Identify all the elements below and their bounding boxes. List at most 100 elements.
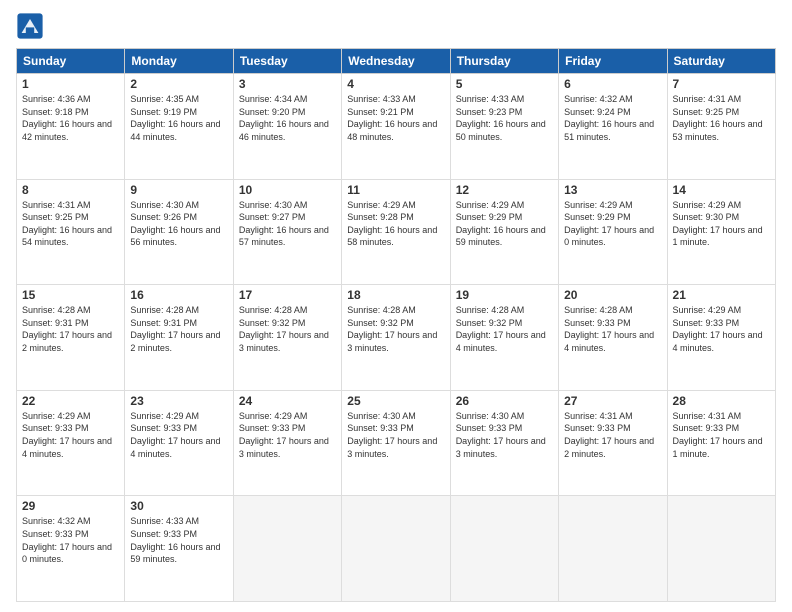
day-number: 10 — [239, 183, 336, 197]
day-detail: Sunrise: 4:29 AMSunset: 9:33 PMDaylight:… — [239, 410, 336, 460]
day-number: 18 — [347, 288, 444, 302]
calendar-day: 23Sunrise: 4:29 AMSunset: 9:33 PMDayligh… — [125, 390, 233, 496]
calendar-day: 26 Sunrise: 4:30 AMSunset: 9:33 PMDayligh… — [450, 390, 558, 496]
day-number: 11 — [347, 183, 444, 197]
day-number: 22 — [22, 394, 119, 408]
day-number: 23 — [130, 394, 227, 408]
day-number: 20 — [564, 288, 661, 302]
calendar-day: 28 Sunrise: 4:31 AMSunset: 9:33 PMDayligh… — [667, 390, 775, 496]
day-detail: Sunrise: 4:32 AMSunset: 9:33 PMDaylight:… — [22, 515, 119, 565]
calendar-week-2: 8 Sunrise: 4:31 AMSunset: 9:25 PMDaylight… — [17, 179, 776, 285]
day-detail: Sunrise: 4:33 AMSunset: 9:21 PMDaylight:… — [347, 93, 444, 143]
calendar-day: 5 Sunrise: 4:33 AMSunset: 9:23 PMDaylight… — [450, 74, 558, 180]
day-number: 26 — [456, 394, 553, 408]
calendar-day: 11 Sunrise: 4:29 AMSunset: 9:28 PMDayligh… — [342, 179, 450, 285]
day-detail: Sunrise: 4:30 AMSunset: 9:33 PMDaylight:… — [456, 410, 553, 460]
day-detail: Sunrise: 4:33 AMSunset: 9:33 PMDaylight:… — [130, 515, 227, 565]
calendar-day: 9 Sunrise: 4:30 AMSunset: 9:26 PMDaylight… — [125, 179, 233, 285]
calendar-day: 13 Sunrise: 4:29 AMSunset: 9:29 PMDayligh… — [559, 179, 667, 285]
day-detail: Sunrise: 4:36 AMSunset: 9:18 PMDaylight:… — [22, 93, 119, 143]
day-detail: Sunrise: 4:29 AMSunset: 9:33 PMDaylight:… — [673, 304, 770, 354]
calendar-day: 12 Sunrise: 4:29 AMSunset: 9:29 PMDayligh… — [450, 179, 558, 285]
day-detail: Sunrise: 4:28 AMSunset: 9:32 PMDaylight:… — [456, 304, 553, 354]
calendar-day: 16 Sunrise: 4:28 AMSunset: 9:31 PMDayligh… — [125, 285, 233, 391]
day-detail: Sunrise: 4:31 AMSunset: 9:25 PMDaylight:… — [22, 199, 119, 249]
day-number: 8 — [22, 183, 119, 197]
day-number: 24 — [239, 394, 336, 408]
col-tuesday: Tuesday — [233, 49, 341, 74]
calendar-day: 1 Sunrise: 4:36 AMSunset: 9:18 PMDaylight… — [17, 74, 125, 180]
day-number: 21 — [673, 288, 770, 302]
day-number: 25 — [347, 394, 444, 408]
calendar-day: 4 Sunrise: 4:33 AMSunset: 9:21 PMDaylight… — [342, 74, 450, 180]
calendar-day — [559, 496, 667, 602]
day-number: 7 — [673, 77, 770, 91]
day-detail: Sunrise: 4:34 AMSunset: 9:20 PMDaylight:… — [239, 93, 336, 143]
day-detail: Sunrise: 4:29 AMSunset: 9:29 PMDaylight:… — [564, 199, 661, 249]
day-number: 14 — [673, 183, 770, 197]
day-detail: Sunrise: 4:30 AMSunset: 9:27 PMDaylight:… — [239, 199, 336, 249]
day-detail: Sunrise: 4:28 AMSunset: 9:33 PMDaylight:… — [564, 304, 661, 354]
day-detail: Sunrise: 4:28 AMSunset: 9:32 PMDaylight:… — [239, 304, 336, 354]
col-thursday: Thursday — [450, 49, 558, 74]
calendar-day: 15Sunrise: 4:28 AMSunset: 9:31 PMDayligh… — [17, 285, 125, 391]
calendar-day: 29 Sunrise: 4:32 AMSunset: 9:33 PMDayligh… — [17, 496, 125, 602]
day-number: 1 — [22, 77, 119, 91]
calendar-day — [233, 496, 341, 602]
day-number: 19 — [456, 288, 553, 302]
day-detail: Sunrise: 4:31 AMSunset: 9:25 PMDaylight:… — [673, 93, 770, 143]
calendar-week-3: 15Sunrise: 4:28 AMSunset: 9:31 PMDayligh… — [17, 285, 776, 391]
calendar-week-1: 1 Sunrise: 4:36 AMSunset: 9:18 PMDaylight… — [17, 74, 776, 180]
calendar-day: 22 Sunrise: 4:29 AMSunset: 9:33 PMDayligh… — [17, 390, 125, 496]
day-number: 2 — [130, 77, 227, 91]
calendar-table: Sunday Monday Tuesday Wednesday Thursday… — [16, 48, 776, 602]
day-number: 9 — [130, 183, 227, 197]
calendar-day: 25Sunrise: 4:30 AMSunset: 9:33 PMDayligh… — [342, 390, 450, 496]
day-detail: Sunrise: 4:31 AMSunset: 9:33 PMDaylight:… — [673, 410, 770, 460]
calendar-week-4: 22 Sunrise: 4:29 AMSunset: 9:33 PMDayligh… — [17, 390, 776, 496]
day-number: 3 — [239, 77, 336, 91]
calendar-day: 18 Sunrise: 4:28 AMSunset: 9:32 PMDayligh… — [342, 285, 450, 391]
calendar-week-5: 29 Sunrise: 4:32 AMSunset: 9:33 PMDayligh… — [17, 496, 776, 602]
calendar-day — [450, 496, 558, 602]
day-number: 29 — [22, 499, 119, 513]
day-detail: Sunrise: 4:29 AMSunset: 9:28 PMDaylight:… — [347, 199, 444, 249]
day-number: 12 — [456, 183, 553, 197]
day-detail: Sunrise: 4:35 AMSunset: 9:19 PMDaylight:… — [130, 93, 227, 143]
day-number: 4 — [347, 77, 444, 91]
day-detail: Sunrise: 4:28 AMSunset: 9:31 PMDaylight:… — [130, 304, 227, 354]
calendar-day: 14 Sunrise: 4:29 AMSunset: 9:30 PMDayligh… — [667, 179, 775, 285]
col-monday: Monday — [125, 49, 233, 74]
day-number: 30 — [130, 499, 227, 513]
calendar-day: 8 Sunrise: 4:31 AMSunset: 9:25 PMDaylight… — [17, 179, 125, 285]
day-number: 27 — [564, 394, 661, 408]
day-number: 28 — [673, 394, 770, 408]
day-number: 6 — [564, 77, 661, 91]
calendar-day: 24 Sunrise: 4:29 AMSunset: 9:33 PMDayligh… — [233, 390, 341, 496]
calendar-day: 20 Sunrise: 4:28 AMSunset: 9:33 PMDayligh… — [559, 285, 667, 391]
calendar-header-row: Sunday Monday Tuesday Wednesday Thursday… — [17, 49, 776, 74]
day-detail: Sunrise: 4:29 AMSunset: 9:33 PMDaylight:… — [22, 410, 119, 460]
calendar-day: 6 Sunrise: 4:32 AMSunset: 9:24 PMDaylight… — [559, 74, 667, 180]
calendar-day: 3 Sunrise: 4:34 AMSunset: 9:20 PMDaylight… — [233, 74, 341, 180]
day-detail: Sunrise: 4:28 AMSunset: 9:32 PMDaylight:… — [347, 304, 444, 354]
col-saturday: Saturday — [667, 49, 775, 74]
day-detail: Sunrise: 4:29 AMSunset: 9:29 PMDaylight:… — [456, 199, 553, 249]
day-number: 16 — [130, 288, 227, 302]
col-wednesday: Wednesday — [342, 49, 450, 74]
calendar-day — [667, 496, 775, 602]
page-header — [16, 12, 776, 40]
calendar-day: 19 Sunrise: 4:28 AMSunset: 9:32 PMDayligh… — [450, 285, 558, 391]
day-detail: Sunrise: 4:30 AMSunset: 9:26 PMDaylight:… — [130, 199, 227, 249]
col-friday: Friday — [559, 49, 667, 74]
calendar-day — [342, 496, 450, 602]
day-number: 5 — [456, 77, 553, 91]
calendar-day: 21 Sunrise: 4:29 AMSunset: 9:33 PMDayligh… — [667, 285, 775, 391]
day-detail: Sunrise: 4:33 AMSunset: 9:23 PMDaylight:… — [456, 93, 553, 143]
calendar-day: 2 Sunrise: 4:35 AMSunset: 9:19 PMDaylight… — [125, 74, 233, 180]
calendar-day: 27Sunrise: 4:31 AMSunset: 9:33 PMDayligh… — [559, 390, 667, 496]
day-number: 13 — [564, 183, 661, 197]
day-detail: Sunrise: 4:29 AMSunset: 9:30 PMDaylight:… — [673, 199, 770, 249]
day-detail: Sunrise: 4:32 AMSunset: 9:24 PMDaylight:… — [564, 93, 661, 143]
logo — [16, 12, 48, 40]
